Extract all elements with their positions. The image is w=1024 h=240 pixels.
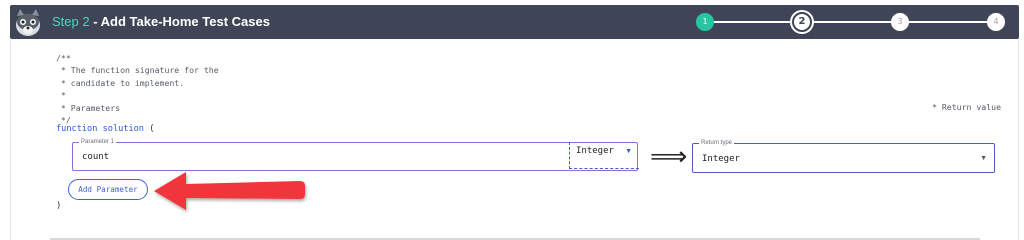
stepper-connector [810,21,892,23]
header-bar: Step 2 - Add Take-Home Test Cases 1 2 3 … [10,5,1019,39]
caret-down-icon: ▼ [980,155,987,162]
parameter-1-name-input[interactable]: count [82,152,109,162]
step-3-indicator[interactable]: 3 [891,13,909,31]
step-4-indicator[interactable]: 4 [987,13,1005,31]
raccoon-logo-icon [16,9,40,36]
parameter-1-legend: Parameter 1 [79,138,117,146]
step-2-indicator[interactable]: 2 [792,12,812,32]
progress-stepper: 1 2 3 4 [686,12,1005,32]
return-type-value: Integer [702,154,740,164]
return-value-comment: * Return value [932,102,1002,112]
title-text: - Add Take-Home Test Cases [89,14,270,29]
stepper-connector [900,21,988,23]
function-name: solution [102,124,144,134]
caret-down-icon: ▼ [625,148,632,155]
add-parameter-button[interactable]: Add Parameter [68,179,148,200]
open-paren: ( [149,124,155,134]
step-prefix: Step 2 [52,14,90,29]
stepper-connector [704,21,796,23]
page-title: Step 2 - Add Take-Home Test Cases [52,14,270,29]
parameter-1-field[interactable]: Parameter 1 count Integer ▼ [72,138,639,171]
return-type-legend: Return type [699,139,735,147]
signature-comment: /** * The function signature for the * c… [56,53,219,126]
function-keyword: function [56,124,98,134]
step-1-indicator[interactable]: 1 [696,13,714,31]
parameter-1-type-value: Integer [576,146,614,156]
function-declaration: function solution ( [56,124,154,134]
close-paren: ) [56,201,62,211]
parameter-1-type-select[interactable]: Integer ▼ [569,142,639,169]
red-arrow-left-icon [154,172,305,210]
return-type-select[interactable]: Return type Integer ▼ [692,139,995,173]
double-arrow-right-icon: ⟹ [650,142,688,172]
